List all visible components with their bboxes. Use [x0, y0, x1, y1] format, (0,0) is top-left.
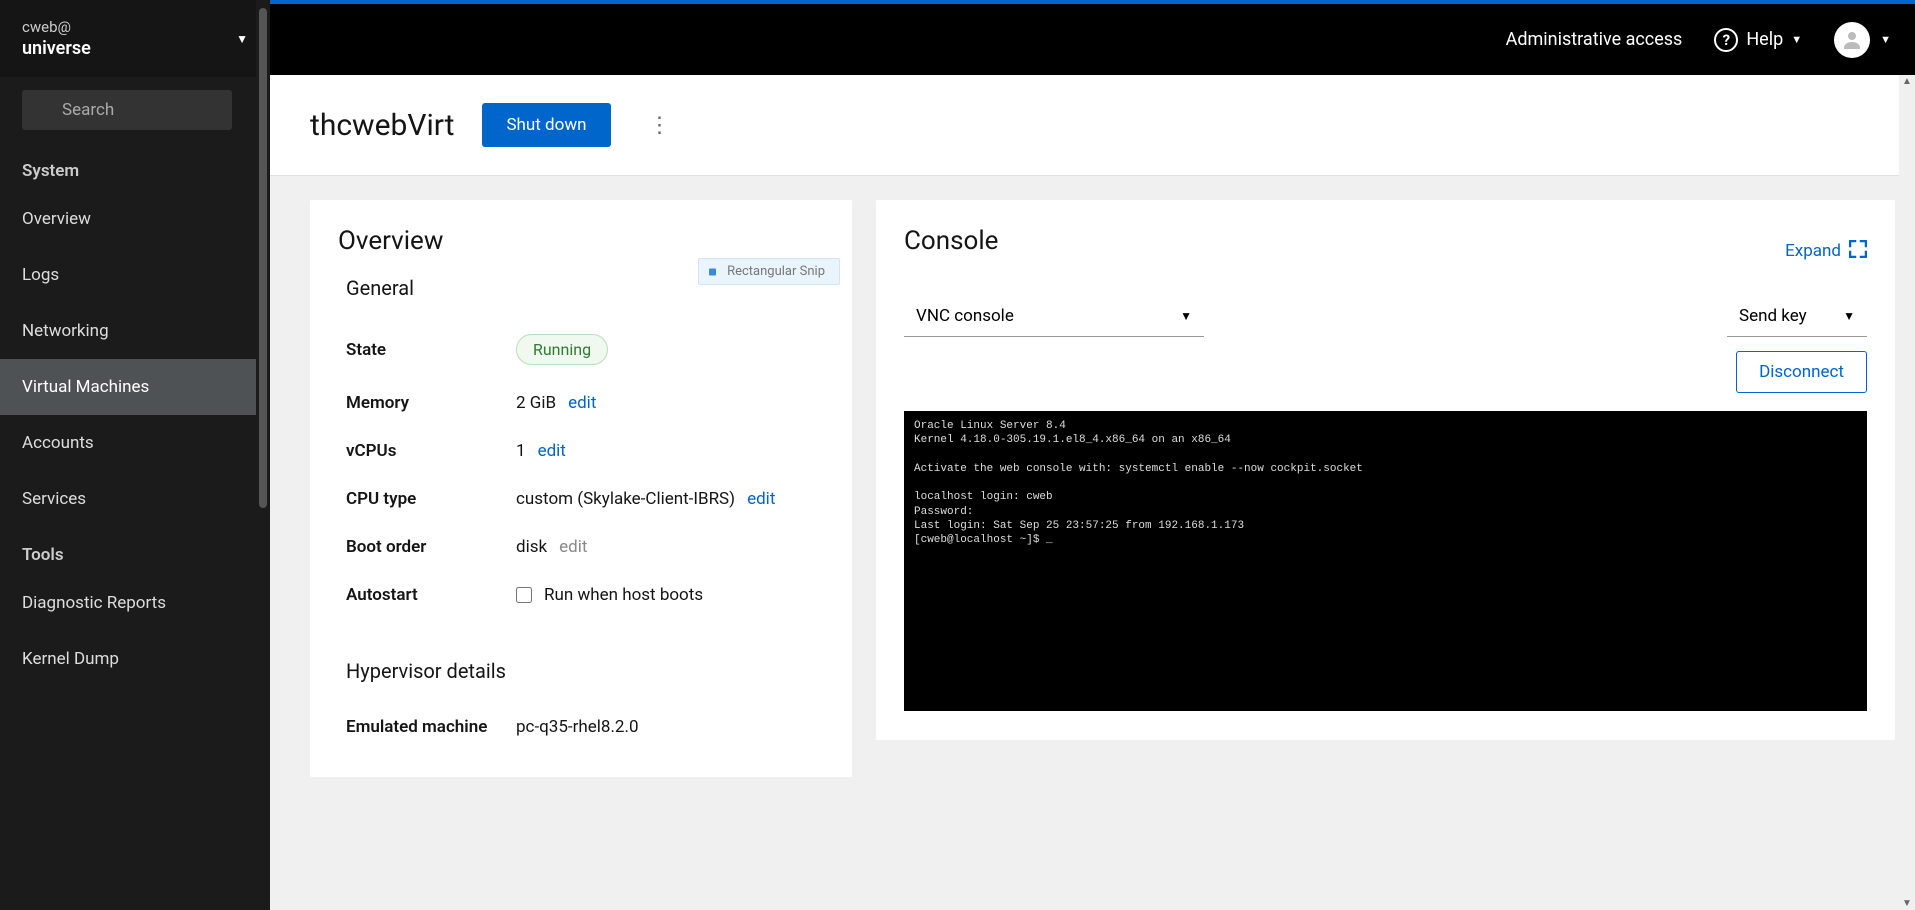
edit-vcpus-link[interactable]: edit — [538, 441, 566, 461]
vm-header: thcwebVirt Shut down ⋮ — [270, 75, 1915, 176]
snip-badge: Rectangular Snip — [698, 258, 840, 285]
row-state: State Running — [338, 320, 824, 379]
chevron-down-icon: ▼ — [1180, 309, 1192, 323]
help-label: Help — [1746, 29, 1783, 50]
sidebar: cweb@ universe ▼ System Overview Logs Ne… — [0, 0, 270, 910]
sidebar-item-diagnostic-reports[interactable]: Diagnostic Reports — [0, 575, 270, 631]
bootorder-value: disk — [516, 537, 547, 557]
admin-access-label[interactable]: Administrative access — [1506, 29, 1683, 50]
cputype-value: custom (Skylake-Client-IBRS) — [516, 489, 735, 509]
row-memory: Memory 2 GiB edit — [338, 379, 824, 427]
sidebar-scrollbar[interactable] — [256, 0, 270, 910]
chevron-down-icon: ▼ — [1880, 33, 1891, 46]
help-icon: ? — [1714, 28, 1738, 52]
chevron-down-icon: ▼ — [1791, 33, 1802, 46]
sidebar-nav: System Overview Logs Networking Virtual … — [0, 143, 270, 910]
console-card: Console Expand VNC console ▼ — [876, 200, 1895, 740]
expand-button[interactable]: Expand — [1785, 240, 1867, 263]
scroll-down-icon[interactable]: ▼ — [1902, 898, 1912, 909]
shutdown-button[interactable]: Shut down — [482, 103, 610, 147]
disconnect-button[interactable]: Disconnect — [1736, 351, 1867, 393]
row-emulated-machine: Emulated machine pc-q35-rhel8.2.0 — [338, 703, 824, 751]
content-area: thcwebVirt Shut down ⋮ Overview Rectangu… — [270, 75, 1915, 910]
sidebar-item-virtual-machines[interactable]: Virtual Machines — [0, 359, 270, 415]
console-title: Console — [904, 226, 998, 256]
console-type-select[interactable]: VNC console ▼ — [904, 296, 1204, 337]
vcpus-value: 1 — [516, 441, 526, 461]
topbar: Administrative access ? Help ▼ ▼ — [270, 0, 1915, 75]
chevron-down-icon: ▼ — [236, 32, 248, 46]
sidebar-item-kernel-dump[interactable]: Kernel Dump — [0, 631, 270, 687]
emulated-machine-value: pc-q35-rhel8.2.0 — [516, 717, 639, 737]
nav-section-tools: Tools — [0, 527, 270, 575]
kebab-menu-icon[interactable]: ⋮ — [639, 107, 681, 144]
edit-memory-link[interactable]: edit — [568, 393, 596, 413]
edit-bootorder-link[interactable]: edit — [559, 537, 587, 557]
host-name: universe — [22, 38, 91, 59]
avatar — [1834, 22, 1870, 58]
memory-value: 2 GiB — [516, 393, 556, 413]
host-user: cweb@ — [22, 18, 91, 36]
autostart-text: Run when host boots — [544, 585, 703, 605]
edit-cputype-link[interactable]: edit — [747, 489, 775, 509]
vnc-terminal[interactable]: Oracle Linux Server 8.4 Kernel 4.18.0-30… — [904, 411, 1867, 711]
sidebar-item-networking[interactable]: Networking — [0, 303, 270, 359]
sidebar-item-accounts[interactable]: Accounts — [0, 415, 270, 471]
content-scrollbar[interactable]: ▲ ▼ — [1899, 75, 1915, 910]
scroll-up-icon[interactable]: ▲ — [1902, 76, 1912, 87]
nav-section-system: System — [0, 143, 270, 191]
row-bootorder: Boot order disk edit — [338, 523, 824, 571]
overview-card: Overview Rectangular Snip General State … — [310, 200, 852, 777]
status-badge: Running — [516, 334, 608, 365]
scrollbar-thumb[interactable] — [259, 8, 267, 508]
overview-title: Overview — [338, 226, 824, 256]
sidebar-item-logs[interactable]: Logs — [0, 247, 270, 303]
search-input[interactable] — [22, 90, 232, 130]
expand-icon — [1849, 240, 1867, 263]
page-title: thcwebVirt — [310, 108, 454, 143]
autostart-checkbox[interactable] — [516, 587, 532, 603]
row-vcpus: vCPUs 1 edit — [338, 427, 824, 475]
chevron-down-icon: ▼ — [1843, 309, 1855, 323]
sidebar-item-services[interactable]: Services — [0, 471, 270, 527]
help-menu[interactable]: ? Help ▼ — [1714, 28, 1802, 52]
row-autostart: Autostart Run when host boots — [338, 571, 824, 619]
host-switcher[interactable]: cweb@ universe ▼ — [0, 0, 270, 77]
send-key-select[interactable]: Send key ▼ — [1727, 296, 1867, 337]
sidebar-item-overview[interactable]: Overview — [0, 191, 270, 247]
hypervisor-heading: Hypervisor details — [346, 659, 824, 683]
row-cputype: CPU type custom (Skylake-Client-IBRS) ed… — [338, 475, 824, 523]
user-menu[interactable]: ▼ — [1834, 22, 1891, 58]
